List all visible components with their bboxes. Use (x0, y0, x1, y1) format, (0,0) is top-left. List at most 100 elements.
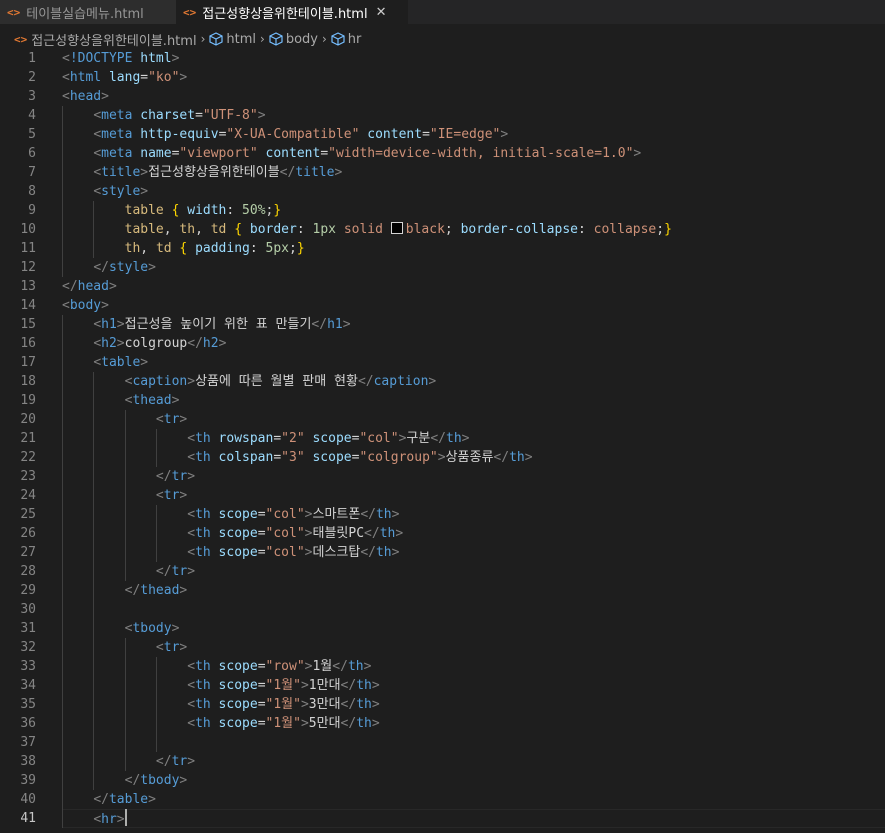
code-line[interactable]: 38 </tr> (0, 752, 885, 771)
code-line[interactable]: 27 <th scope="col">데스크탑</th> (0, 543, 885, 562)
token: < (187, 431, 196, 446)
token: </ (357, 374, 374, 389)
close-icon[interactable]: ✕ (376, 5, 387, 20)
breadcrumb-item-body[interactable]: body (286, 32, 318, 47)
code-line[interactable]: 34 <th scope="1월">1만대</th> (0, 676, 885, 695)
token: > (300, 697, 309, 712)
code-line[interactable]: 15 <h1>접근성을 높이기 위한 표 만들기</h1> (0, 315, 885, 334)
code-line[interactable]: 4 <meta charset="UTF-8"> (0, 106, 885, 125)
code-line[interactable]: 32 <tr> (0, 638, 885, 657)
token: </ (155, 754, 172, 769)
code-line[interactable]: 6 <meta name="viewport" content="width=d… (0, 144, 885, 163)
code-line[interactable]: 1 <!DOCTYPE html> (0, 49, 885, 68)
code-line[interactable]: 16 <h2>colgroup</h2> (0, 334, 885, 353)
token: h1 (101, 317, 117, 332)
code-line[interactable]: 37 (0, 733, 885, 752)
token: } (273, 203, 282, 218)
line-number: 1 (28, 51, 36, 66)
token: > (461, 431, 470, 446)
code-text: <th scope="1월">3만대</th> (62, 695, 379, 714)
code-line[interactable]: 30 (0, 600, 885, 619)
token: scope (218, 507, 258, 522)
line-number: 16 (20, 336, 36, 351)
code-line[interactable]: 36 <th scope="1월">5만대</th> (0, 714, 885, 733)
code-line[interactable]: 35 <th scope="1월">3만대</th> (0, 695, 885, 714)
code-line[interactable]: 22 <th colspan="3" scope="colgroup">상품종류… (0, 448, 885, 467)
token: < (93, 108, 102, 123)
chevron-right-icon: › (260, 32, 265, 46)
code-line[interactable]: 21 <th rowspan="2" scope="col">구분</th> (0, 429, 885, 448)
tab-table-practice-menu[interactable]: <> 테이블실습메뉴.html (0, 0, 176, 24)
code-line[interactable]: 39 </tbody> (0, 771, 885, 790)
code-line[interactable]: 20 <tr> (0, 410, 885, 429)
token: > (179, 640, 188, 655)
code-line[interactable]: 14 <body> (0, 296, 885, 315)
token: < (155, 488, 164, 503)
token: > (171, 621, 180, 636)
breadcrumb-file[interactable]: 접근성향상을위한테이블.html (31, 30, 196, 49)
token: meta (101, 127, 133, 142)
token: 태블릿PC (312, 526, 365, 541)
line-number: 13 (20, 279, 36, 294)
token: th (509, 450, 525, 465)
token: > (140, 355, 149, 370)
code-line[interactable]: 25 <th scope="col">스마트폰</th> (0, 505, 885, 524)
token: = (257, 716, 266, 731)
token: colgroup (124, 336, 188, 351)
code-line[interactable]: 10 table, th, td { border: 1px solid bla… (0, 220, 885, 239)
code-line[interactable]: 24 <tr> (0, 486, 885, 505)
code-line[interactable]: 8 <style> (0, 182, 885, 201)
code-line[interactable]: 3 <head> (0, 87, 885, 106)
breadcrumb-item-html[interactable]: html (226, 32, 256, 47)
token: th (356, 697, 372, 712)
token: > (148, 792, 156, 807)
token: 5px (265, 241, 290, 256)
breadcrumb-item-hr[interactable]: hr (348, 32, 362, 47)
code-line[interactable]: 18 <caption>상품에 따른 월별 판매 현황</caption> (0, 372, 885, 391)
code-line[interactable]: 12 </style> (0, 258, 885, 277)
token: < (62, 70, 70, 85)
code-line[interactable]: 40 </table> (0, 790, 885, 809)
code-text: </head> (62, 277, 117, 296)
token: = (422, 127, 430, 142)
token: width (187, 203, 227, 218)
code-line[interactable]: 41 <hr> (0, 809, 885, 828)
code-line[interactable]: 11 th, td { padding: 5px;} (0, 239, 885, 258)
token: </ (493, 450, 510, 465)
line-number: 33 (20, 659, 36, 674)
token: > (187, 469, 196, 484)
token: > (363, 659, 372, 674)
code-line[interactable]: 23 </tr> (0, 467, 885, 486)
code-text: <html lang="ko"> (62, 68, 187, 87)
line-number: 35 (20, 697, 36, 712)
code-line[interactable]: 19 <thead> (0, 391, 885, 410)
line-number: 37 (20, 735, 36, 750)
code-line[interactable]: 31 <tbody> (0, 619, 885, 638)
code-line[interactable]: 9 table { width: 50%;} (0, 201, 885, 220)
code-line[interactable]: 7 <title>접근성향상을위한테이블</title> (0, 163, 885, 182)
code-text: <head> (62, 87, 109, 106)
token: </ (340, 678, 357, 693)
color-swatch-icon[interactable] (390, 222, 403, 234)
token: < (62, 51, 70, 66)
code-text: </style> (62, 258, 156, 277)
token: > (116, 812, 125, 827)
token: "col" (265, 507, 305, 522)
code-line[interactable]: 26 <th scope="col">태블릿PC</th> (0, 524, 885, 543)
code-line[interactable]: 28 </tr> (0, 562, 885, 581)
code-line[interactable]: 29 </thead> (0, 581, 885, 600)
code-line[interactable]: 13 </head> (0, 277, 885, 296)
tab-accessible-table[interactable]: <> 접근성향상을위한테이블.html ✕ (176, 0, 408, 24)
code-line[interactable]: 5 <meta http-equiv = "X-UA-Compatible" con… (0, 125, 885, 144)
code-editor[interactable]: 1 <!DOCTYPE html> 2 <html lang="ko"> 3 <head>… (0, 49, 885, 828)
code-line[interactable]: 2 <html lang="ko"> (0, 68, 885, 87)
code-line[interactable]: 33 <th scope="row">1월</th> (0, 657, 885, 676)
indent-guide (93, 733, 95, 752)
token: "colgroup" (359, 450, 438, 465)
code-line[interactable]: 17 <table> (0, 353, 885, 372)
